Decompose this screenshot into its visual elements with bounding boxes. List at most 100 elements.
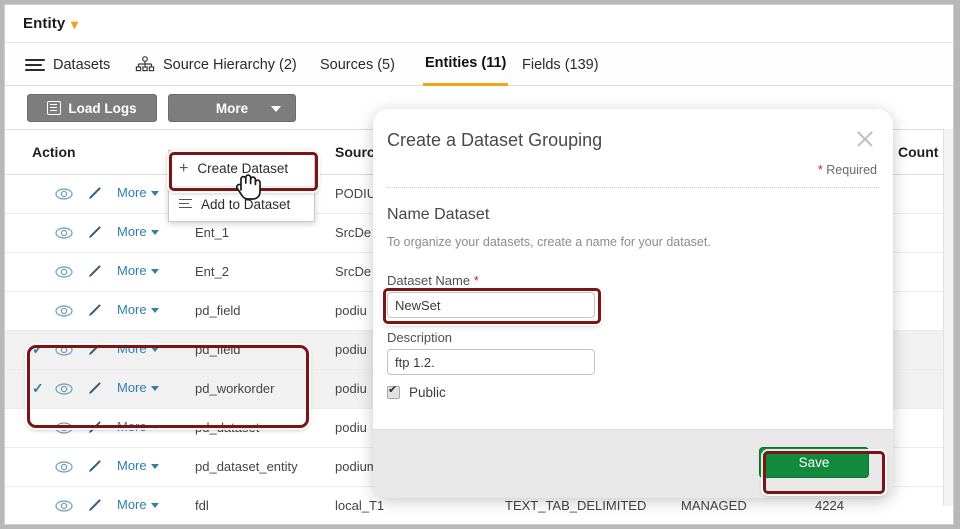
eye-icon[interactable] [55,265,73,283]
breadcrumb-bar: Entity ▾ [5,5,953,43]
list-lines-icon [179,199,192,210]
cell-source: podiu [335,303,367,318]
eye-icon[interactable] [55,187,73,205]
row-more-button[interactable]: More [117,458,159,473]
cell-name: pd_field [195,342,241,357]
caret-down-icon [151,230,159,235]
hierarchy-icon [135,56,155,74]
pencil-icon[interactable] [87,381,102,401]
eye-icon[interactable] [55,421,73,439]
cell-name: pd_workorder [195,381,275,396]
pencil-icon[interactable] [87,498,102,518]
eye-icon[interactable] [55,382,73,400]
dialog-title: Create a Dataset Grouping [387,130,602,151]
caret-down-icon [151,191,159,196]
description-input[interactable] [387,349,595,375]
caret-down-icon [271,106,281,112]
public-label: Public [409,385,446,400]
dataset-name-input[interactable] [387,292,595,318]
tab-sources[interactable]: Sources (5) [318,43,397,86]
tab-fields[interactable]: Fields (139) [520,43,601,86]
eye-icon[interactable] [55,343,73,361]
cell-source: SrcDe [335,225,371,240]
cell-mode: MANAGED [681,498,747,513]
tab-label: Sources (5) [320,57,395,73]
menu-item-label: Add to Dataset [201,197,290,212]
cell-name: pd_dataset_entity [195,459,298,474]
required-star: * [474,273,479,288]
required-star: * [818,163,823,177]
row-more-button[interactable]: More [117,185,159,200]
row-more-button[interactable]: More [117,263,159,278]
tab-entities[interactable]: Entities (11) [423,43,508,86]
plus-icon: + [179,161,188,177]
menu-item-add-to-dataset[interactable]: Add to Dataset [169,186,314,221]
eye-icon[interactable] [55,304,73,322]
tab-source-hierarchy[interactable]: Source Hierarchy (2) [133,43,299,86]
eye-icon[interactable] [55,499,73,517]
column-header-action: Action [32,144,76,160]
cell-name: Ent_1 [195,225,229,240]
row-more-button[interactable]: More [117,341,159,356]
cell-name: Ent_2 [195,264,229,279]
tab-label: Source Hierarchy (2) [163,57,297,73]
check-icon[interactable]: ✓ [32,342,44,356]
cell-name: pd_field [195,303,241,318]
vertical-scrollbar[interactable] [943,129,953,506]
pencil-icon[interactable] [87,186,102,206]
public-checkbox-row[interactable]: Public [387,385,446,400]
tab-label: Datasets [53,57,110,73]
more-button[interactable]: More [168,94,296,122]
dialog-divider [387,187,879,188]
cell-type: TEXT_TAB_DELIMITED [505,498,646,513]
pencil-icon[interactable] [87,225,102,245]
caret-down-icon [151,269,159,274]
pencil-icon[interactable] [87,420,102,440]
more-dropdown-menu: + Create Dataset Add to Dataset [168,150,315,222]
row-more-button[interactable]: More [117,224,159,239]
eye-icon[interactable] [55,460,73,478]
dataset-name-label: Dataset Name * [387,273,479,288]
pencil-icon[interactable] [87,459,102,479]
tab-datasets[interactable]: Datasets [23,43,112,86]
chevron-down-icon[interactable]: ▾ [71,17,78,31]
cell-source: podiu [335,342,367,357]
cell-source: local_T1 [335,498,384,513]
load-logs-button[interactable]: Load Logs [27,94,157,122]
tab-label: Fields (139) [522,57,599,73]
row-more-button[interactable]: More [117,380,159,395]
menu-item-create-dataset[interactable]: + Create Dataset [169,151,314,186]
column-header-source: Sourc [335,144,375,160]
eye-icon[interactable] [55,226,73,244]
dialog-footer: Save [373,429,893,498]
create-dataset-grouping-dialog: Create a Dataset Grouping * Required Nam… [373,109,893,498]
check-icon[interactable]: ✓ [32,381,44,395]
section-subtitle: To organize your datasets, create a name… [387,235,711,249]
pencil-icon[interactable] [87,264,102,284]
cell-name: pd_dataset [195,420,259,435]
caret-down-icon [151,308,159,313]
dataset-name-label-text: Dataset Name [387,273,470,288]
cell-name: fdl [195,498,209,513]
caret-down-icon [151,464,159,469]
row-more-button[interactable]: More [117,497,159,512]
close-icon[interactable] [853,127,877,151]
cell-source: SrcDe [335,264,371,279]
cell-count: 4224 [815,498,844,513]
caret-down-icon [151,425,159,430]
row-more-button[interactable]: More [117,419,159,434]
caret-down-icon [151,347,159,352]
pencil-icon[interactable] [87,303,102,323]
row-more-button[interactable]: More [117,302,159,317]
required-note: * Required [818,163,877,177]
cell-source: podiu [335,420,367,435]
save-button[interactable]: Save [759,447,869,478]
caret-down-icon [151,503,159,508]
pencil-icon[interactable] [87,342,102,362]
list-lines-icon [25,56,45,74]
more-label: More [216,101,248,116]
load-logs-label: Load Logs [68,101,136,116]
logs-icon [47,101,61,115]
public-checkbox[interactable] [387,386,400,399]
caret-down-icon [151,386,159,391]
